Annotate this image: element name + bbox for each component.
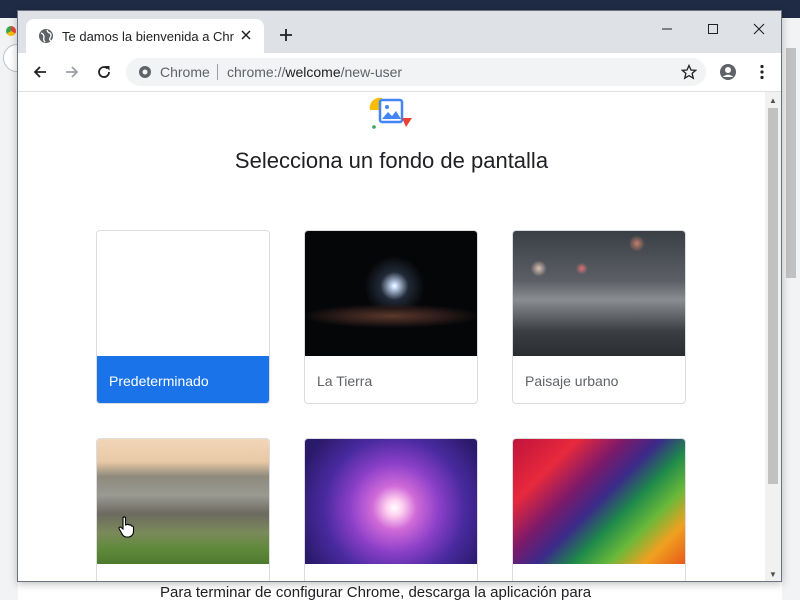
address-bar[interactable]: Chrome chrome://welcome/new-user (126, 58, 706, 86)
wallpaper-preview-geometric (513, 439, 685, 564)
chrome-site-icon (138, 65, 152, 79)
chrome-favicon-icon (6, 26, 16, 36)
back-button[interactable] (30, 62, 50, 82)
tab-title: Te damos la bienvenida a Chrome (62, 28, 234, 44)
scrollbar-thumb[interactable] (768, 108, 778, 484)
wallpaper-illustration-icon (369, 97, 412, 129)
site-chip: Chrome (160, 64, 210, 80)
wallpaper-card-art[interactable]: Arte (304, 438, 478, 581)
wallpaper-preview-earth (305, 231, 477, 356)
wallpaper-card-landscape[interactable]: Horizontal (96, 438, 270, 581)
page-title: Selecciona un fondo de pantalla (234, 148, 549, 173)
forward-button[interactable] (62, 62, 82, 82)
hand-cursor-icon (118, 516, 135, 538)
wallpaper-preview-art (305, 439, 477, 564)
omnibox-separator (217, 64, 218, 80)
browser-window: Te damos la bienvenida a Chrome (17, 10, 782, 582)
url-prefix: chrome:// (227, 64, 286, 80)
title-bar: Te damos la bienvenida a Chrome (18, 11, 781, 53)
minimize-button[interactable] (644, 15, 690, 43)
wallpaper-label: Formas geométricas (513, 564, 685, 581)
wallpaper-card-urban[interactable]: Paisaje urbano (512, 230, 686, 404)
tab-close-icon[interactable] (238, 27, 254, 43)
url-text[interactable]: chrome://welcome/new-user (227, 64, 402, 80)
background-window-left (0, 18, 31, 600)
toolbar: Chrome chrome://welcome/new-user (18, 53, 781, 92)
reload-button[interactable] (94, 62, 114, 82)
wallpaper-preview-landscape (97, 439, 269, 564)
wallpaper-label: La Tierra (317, 373, 373, 389)
maximize-button[interactable] (690, 15, 736, 43)
wallpaper-label: Paisaje urbano (525, 373, 619, 389)
page-scrollbar[interactable]: ▲ ▼ (765, 92, 781, 581)
globe-icon (38, 28, 54, 44)
wallpaper-card-default[interactable]: Predeterminado (96, 230, 270, 404)
new-tab-button[interactable] (276, 25, 296, 45)
scroll-down-icon[interactable]: ▼ (768, 569, 778, 579)
wallpaper-label: Horizontal (97, 564, 269, 581)
scroll-up-icon[interactable]: ▲ (768, 95, 778, 105)
wallpaper-preview-default (97, 231, 269, 356)
wallpaper-preview-urban (513, 231, 685, 356)
background-scrollbar[interactable] (786, 48, 796, 278)
wallpaper-card-geometric[interactable]: Formas geométricas (512, 438, 686, 581)
wallpaper-label: Arte (305, 564, 477, 581)
bookmark-star-icon[interactable] (680, 63, 698, 81)
wallpaper-card-earth[interactable]: La Tierra (304, 230, 478, 404)
close-window-button[interactable] (736, 15, 781, 43)
profile-avatar-icon[interactable] (718, 62, 738, 82)
wallpaper-label: Predeterminado (97, 356, 269, 403)
menu-kebab-icon[interactable] (752, 62, 772, 82)
page-content: Selecciona un fondo de pantalla Predeter… (18, 92, 765, 581)
background-footer-text: Para terminar de configurar Chrome, desc… (160, 584, 592, 601)
url-host: welcome (285, 64, 341, 80)
active-tab[interactable]: Te damos la bienvenida a Chrome (26, 19, 264, 53)
url-path: /new-user (340, 64, 403, 80)
background-window-right (782, 18, 800, 600)
